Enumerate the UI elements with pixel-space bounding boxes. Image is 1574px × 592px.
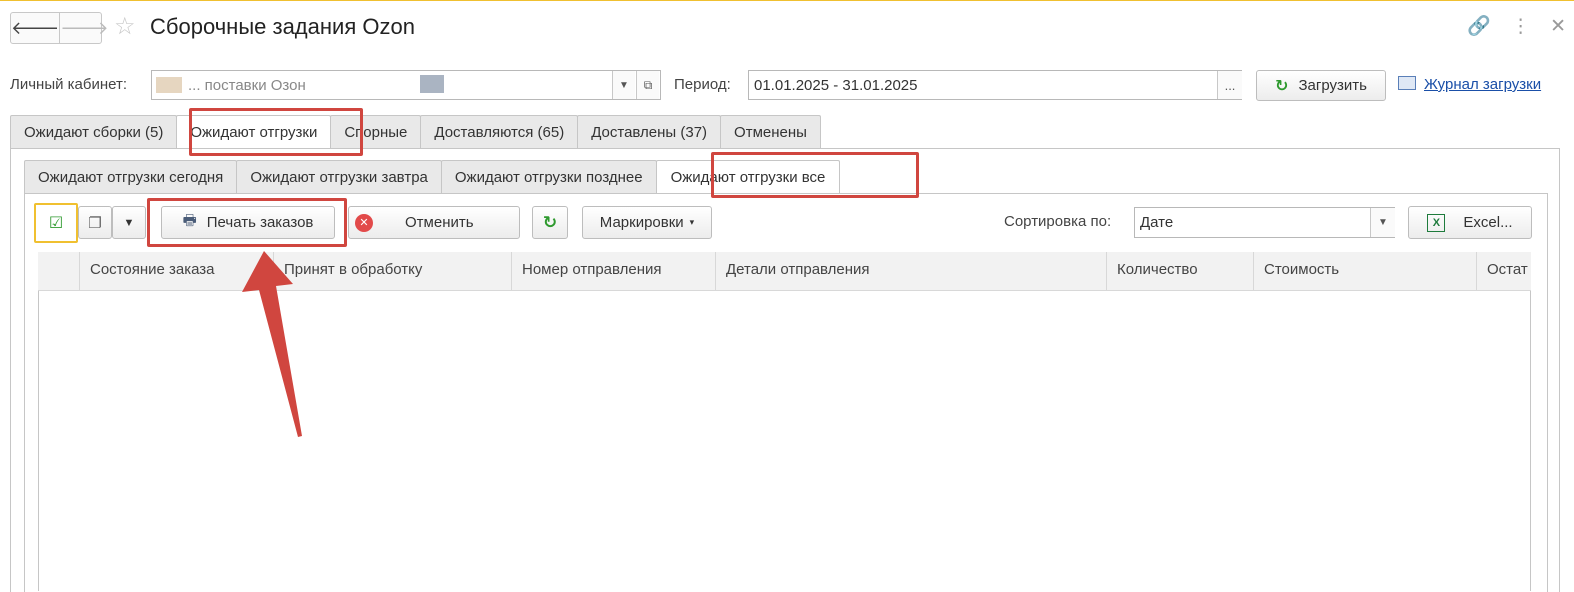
arrow-shape bbox=[242, 251, 302, 437]
annotation-arrow bbox=[242, 251, 302, 437]
